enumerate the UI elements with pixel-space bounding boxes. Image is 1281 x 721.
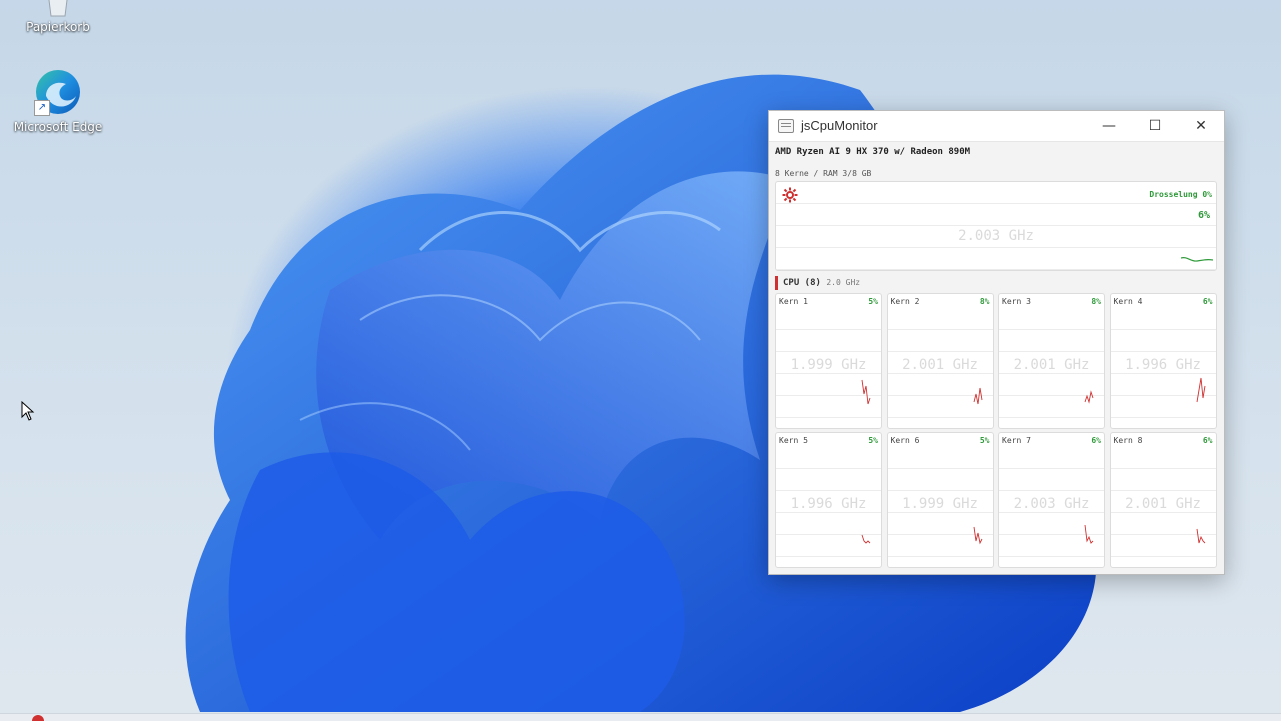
- core-frequency: 2.003 GHz: [1013, 496, 1090, 512]
- gear-icon[interactable]: [782, 187, 798, 203]
- core-usage-sparkline: [973, 387, 982, 405]
- core-frequency: 1.996 GHz: [790, 496, 867, 512]
- recycle-bin-icon: [48, 0, 68, 17]
- shortcut-arrow-icon: ↗: [34, 100, 50, 116]
- core-usage-percent: 6%: [1091, 436, 1101, 445]
- core-name: Kern 6: [890, 436, 920, 445]
- core-name: Kern 5: [779, 436, 808, 445]
- edge-icon: ↗: [34, 68, 82, 116]
- core-usage-percent: 6%: [1202, 297, 1213, 306]
- total-usage-sparkline: [1181, 256, 1213, 262]
- overview-panel: Drosselung 0% 6% 2.003 GHz: [775, 181, 1217, 271]
- core-name: Kern 4: [1113, 297, 1143, 306]
- taskbar-app-icon[interactable]: [32, 715, 44, 721]
- cpu-section-label: CPU (8): [783, 278, 821, 288]
- core-frequency: 1.996 GHz: [1125, 357, 1201, 373]
- core-name: Kern 7: [1002, 436, 1031, 445]
- cpu-section-sub: 2.0 GHz: [826, 278, 861, 287]
- close-button[interactable]: ✕: [1178, 111, 1224, 141]
- mouse-cursor-icon: [21, 401, 35, 421]
- desktop-icon-recycle-bin[interactable]: Papierkorb: [13, 0, 103, 34]
- core-usage-sparkline: [861, 534, 871, 544]
- core-tile-7: Kern 7 6% 2.003 GHz: [998, 432, 1105, 568]
- core-frequency: 2.001 GHz: [1013, 357, 1090, 373]
- total-usage-percent: 6%: [1197, 210, 1210, 221]
- core-usage-sparkline: [1084, 390, 1094, 404]
- core-usage-percent: 5%: [979, 436, 990, 445]
- core-frequency: 1.999 GHz: [902, 496, 978, 512]
- core-usage-percent: 5%: [868, 436, 878, 445]
- core-tile-8: Kern 8 6% 2.001 GHz: [1109, 432, 1217, 568]
- core-frequency: 2.001 GHz: [902, 357, 978, 373]
- core-frequency: 1.999 GHz: [790, 357, 867, 373]
- desktop-icon-edge[interactable]: ↗ Microsoft Edge: [13, 68, 103, 134]
- core-usage-sparkline: [1196, 377, 1205, 403]
- window-title: jsCpuMonitor: [801, 118, 878, 133]
- core-name: Kern 2: [890, 297, 920, 306]
- core-usage-percent: 5%: [868, 297, 878, 306]
- core-tile-3: Kern 3 8% 2.001 GHz: [998, 293, 1105, 429]
- core-tile-4: Kern 4 6% 1.996 GHz: [1109, 293, 1217, 429]
- title-bar[interactable]: jsCpuMonitor — ☐ ✕: [769, 111, 1224, 142]
- core-usage-percent: 8%: [1091, 297, 1101, 306]
- app-icon: [778, 119, 794, 133]
- maximize-button[interactable]: ☐: [1132, 111, 1178, 141]
- throttle-status: Drosselung 0%: [1149, 190, 1212, 199]
- cpu-info-text: 8 Kerne / RAM 3/8 GB: [775, 169, 872, 178]
- core-tile-1: Kern 1 5% 1.999 GHz: [775, 293, 882, 429]
- core-frequency: 2.001 GHz: [1125, 496, 1201, 512]
- core-name: Kern 1: [779, 297, 808, 306]
- core-usage-percent: 8%: [979, 297, 990, 306]
- cpu-section-header: CPU (8) 2.0 GHz: [775, 276, 860, 290]
- core-usage-percent: 6%: [1202, 436, 1213, 445]
- cpu-monitor-window[interactable]: jsCpuMonitor — ☐ ✕ AMD Ryzen AI 9 HX 370…: [768, 110, 1225, 575]
- recycle-bin-label: Papierkorb: [26, 20, 90, 34]
- edge-label: Microsoft Edge: [13, 120, 103, 134]
- core-tile-6: Kern 6 5% 1.999 GHz: [886, 432, 994, 568]
- core-usage-sparkline: [973, 526, 982, 545]
- core-tile-2: Kern 2 8% 2.001 GHz: [886, 293, 994, 429]
- cpu-model-name: AMD Ryzen AI 9 HX 370 w/ Radeon 890M: [775, 147, 971, 157]
- core-usage-sparkline: [861, 379, 871, 405]
- core-name: Kern 8: [1113, 436, 1143, 445]
- core-usage-sparkline: [1084, 524, 1094, 544]
- total-frequency: 2.003 GHz: [958, 228, 1034, 244]
- core-tile-5: Kern 5 5% 1.996 GHz: [775, 432, 882, 568]
- core-name: Kern 3: [1002, 297, 1031, 306]
- minimize-button[interactable]: —: [1086, 111, 1132, 141]
- core-usage-sparkline: [1196, 528, 1205, 544]
